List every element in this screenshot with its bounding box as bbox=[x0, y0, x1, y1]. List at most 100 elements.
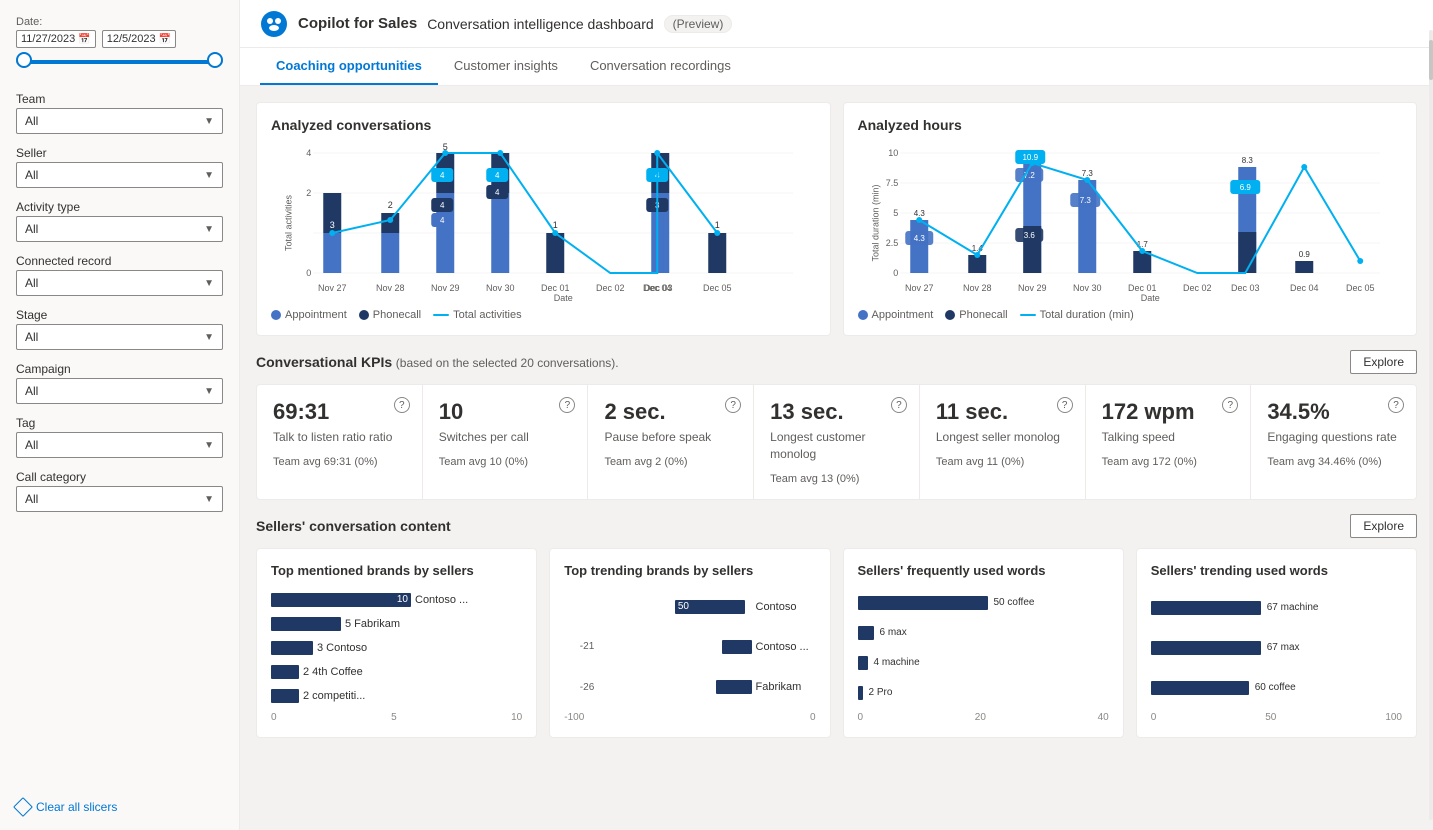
tab-recordings[interactable]: Conversation recordings bbox=[574, 48, 747, 85]
svg-text:Nov 30: Nov 30 bbox=[486, 283, 515, 293]
kpi-value-5: 11 sec. bbox=[936, 399, 1069, 425]
conversations-svg: Total activities 4 2 0 bbox=[271, 143, 816, 303]
tab-customer[interactable]: Customer insights bbox=[438, 48, 574, 85]
kpi-help-icon-4[interactable]: ? bbox=[891, 397, 907, 413]
top-mentioned-chart: 10 Contoso ... 5 Fabrikam 3 Contoso bbox=[271, 588, 522, 708]
svg-text:Nov 30: Nov 30 bbox=[1072, 283, 1101, 293]
svg-text:Nov 28: Nov 28 bbox=[376, 283, 405, 293]
tab-coaching[interactable]: Coaching opportunities bbox=[260, 48, 438, 85]
trend-coffee: 60 coffee bbox=[1151, 681, 1402, 695]
svg-text:Dec 04: Dec 04 bbox=[643, 283, 672, 293]
svg-text:6.9: 6.9 bbox=[1239, 183, 1251, 192]
sellers-title: Sellers' conversation content bbox=[256, 518, 451, 534]
kpi-label-4: Longest customer monolog bbox=[770, 429, 903, 463]
dashboard-title: Conversation intelligence dashboard bbox=[427, 16, 653, 32]
call-category-select[interactable]: All ▼ bbox=[16, 486, 223, 512]
campaign-label: Campaign bbox=[16, 362, 223, 376]
sidebar: Date: 11/27/2023 📅 12/5/2023 📅 Team All … bbox=[0, 0, 240, 830]
frequently-used-card: Sellers' frequently used words 50 coffee… bbox=[843, 548, 1124, 738]
calendar-icon: 📅 bbox=[78, 34, 90, 45]
svg-text:4: 4 bbox=[306, 148, 311, 158]
tab-bar: Coaching opportunities Customer insights… bbox=[240, 48, 1433, 86]
analyzed-conversations-card: Analyzed conversations Total activities … bbox=[256, 102, 831, 336]
analyzed-hours-chart: Total duration (min) 10 7.5 5 2.5 0 bbox=[858, 143, 1403, 303]
connected-label: Connected record bbox=[16, 254, 223, 268]
tag-chevron-icon: ▼ bbox=[204, 440, 214, 451]
svg-text:0.9: 0.9 bbox=[1298, 250, 1310, 259]
stage-chevron-icon: ▼ bbox=[204, 332, 214, 343]
svg-text:7.3: 7.3 bbox=[1079, 196, 1091, 205]
slider-thumb-left[interactable] bbox=[16, 52, 32, 68]
date-start-input[interactable]: 11/27/2023 📅 bbox=[16, 30, 96, 48]
campaign-select[interactable]: All ▼ bbox=[16, 378, 223, 404]
trending-used-title: Sellers' trending used words bbox=[1151, 563, 1402, 578]
content-area: Analyzed conversations Total activities … bbox=[240, 86, 1433, 830]
sellers-header: Sellers' conversation content Explore bbox=[256, 514, 1417, 538]
stage-select[interactable]: All ▼ bbox=[16, 324, 223, 350]
slider-thumb-right[interactable] bbox=[207, 52, 223, 68]
kpi-avg-7: Team avg 34.46% (0%) bbox=[1267, 456, 1400, 468]
frequently-used-chart: 50 coffee 6 max 4 machine 2 Pro bbox=[858, 588, 1109, 708]
activity-select[interactable]: All ▼ bbox=[16, 216, 223, 242]
svg-text:0: 0 bbox=[893, 268, 898, 278]
freq-coffee: 50 coffee bbox=[858, 596, 1109, 610]
calendar-icon-end: 📅 bbox=[159, 34, 171, 45]
team-filter: Team All ▼ bbox=[16, 92, 223, 134]
seller-select[interactable]: All ▼ bbox=[16, 162, 223, 188]
kpi-help-icon-1[interactable]: ? bbox=[394, 397, 410, 413]
team-label: Team bbox=[16, 92, 223, 106]
kpis-header: Conversational KPIs (based on the select… bbox=[256, 350, 1417, 374]
kpi-talking-speed: ? 172 wpm Talking speed Team avg 172 (0%… bbox=[1086, 385, 1252, 499]
kpi-help-icon-6[interactable]: ? bbox=[1222, 397, 1238, 413]
seller-filter: Seller All ▼ bbox=[16, 146, 223, 188]
conversations-legend: Appointment Phonecall Total activities bbox=[271, 309, 816, 321]
clear-slicers-button[interactable]: Clear all slicers bbox=[16, 800, 223, 814]
tag-label: Tag bbox=[16, 416, 223, 430]
kpi-help-icon-2[interactable]: ? bbox=[559, 397, 575, 413]
svg-text:4: 4 bbox=[440, 216, 445, 225]
hours-total-line bbox=[1020, 314, 1036, 316]
team-select[interactable]: All ▼ bbox=[16, 108, 223, 134]
kpis-title: Conversational KPIs bbox=[256, 354, 392, 370]
analyzed-conversations-title: Analyzed conversations bbox=[271, 117, 816, 133]
svg-text:1: 1 bbox=[715, 220, 720, 230]
svg-text:0: 0 bbox=[306, 268, 311, 278]
svg-text:Total activities: Total activities bbox=[283, 194, 293, 251]
tag-select[interactable]: All ▼ bbox=[16, 432, 223, 458]
date-range-slider[interactable] bbox=[16, 52, 223, 72]
svg-text:2: 2 bbox=[388, 200, 393, 210]
analyzed-hours-title: Analyzed hours bbox=[858, 117, 1403, 133]
date-end-input[interactable]: 12/5/2023 📅 bbox=[102, 30, 176, 48]
kpi-help-icon-3[interactable]: ? bbox=[725, 397, 741, 413]
kpis-explore-button[interactable]: Explore bbox=[1350, 350, 1417, 374]
bar-contoso1: 10 Contoso ... bbox=[271, 593, 522, 607]
top-mentioned-title: Top mentioned brands by sellers bbox=[271, 563, 522, 578]
top-mentioned-card: Top mentioned brands by sellers 10 Conto… bbox=[256, 548, 537, 738]
kpi-switches: ? 10 Switches per call Team avg 10 (0%) bbox=[423, 385, 589, 499]
kpi-label-2: Switches per call bbox=[439, 429, 572, 446]
bar-contoso2: 3 Contoso bbox=[271, 641, 522, 655]
trending-used-axis: 0 50 100 bbox=[1151, 712, 1402, 723]
kpi-help-icon-5[interactable]: ? bbox=[1057, 397, 1073, 413]
seller-chevron-icon: ▼ bbox=[204, 170, 214, 181]
call-category-label: Call category bbox=[16, 470, 223, 484]
freq-machine: 4 machine bbox=[858, 656, 1109, 670]
connected-filter: Connected record All ▼ bbox=[16, 254, 223, 296]
svg-text:Nov 29: Nov 29 bbox=[431, 283, 460, 293]
top-trending-chart: 50 Contoso -21 Contoso ... bbox=[564, 588, 815, 708]
trending-contoso: 50 Contoso bbox=[564, 601, 815, 613]
total-line bbox=[433, 314, 449, 316]
kpi-avg-1: Team avg 69:31 (0%) bbox=[273, 456, 406, 468]
call-category-filter: Call category All ▼ bbox=[16, 470, 223, 512]
charts-row: Analyzed conversations Total activities … bbox=[256, 102, 1417, 336]
sellers-explore-button[interactable]: Explore bbox=[1350, 514, 1417, 538]
svg-text:Total duration (min): Total duration (min) bbox=[870, 184, 880, 261]
svg-text:5: 5 bbox=[893, 208, 898, 218]
svg-text:2: 2 bbox=[306, 188, 311, 198]
kpi-help-icon-7[interactable]: ? bbox=[1388, 397, 1404, 413]
preview-badge: (Preview) bbox=[664, 15, 733, 33]
clear-icon bbox=[13, 797, 33, 817]
app-title: Copilot for Sales bbox=[298, 15, 417, 32]
copilot-logo bbox=[260, 10, 288, 38]
connected-select[interactable]: All ▼ bbox=[16, 270, 223, 296]
